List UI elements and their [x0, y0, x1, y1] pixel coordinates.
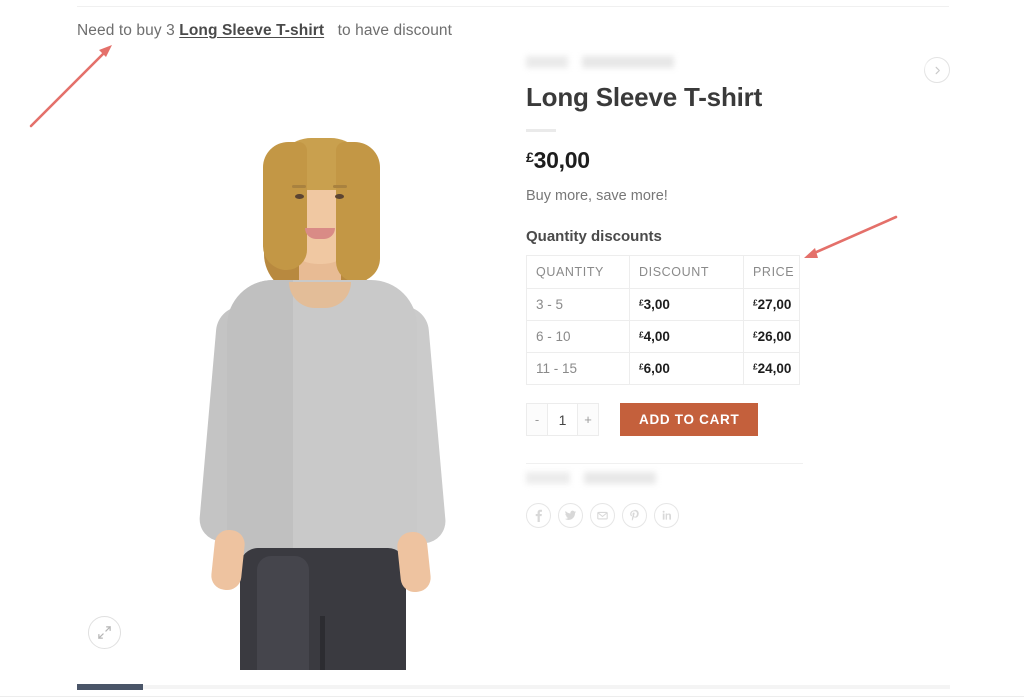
title-divider: [526, 129, 556, 132]
discount-notice: Need to buy 3 Long Sleeve T-shirt to hav…: [77, 22, 452, 40]
discount-value: 3,00: [643, 297, 670, 312]
price-currency: £: [526, 150, 534, 167]
price-value: 27,00: [757, 297, 792, 312]
quantity-increase-button[interactable]: +: [578, 403, 599, 436]
table-row: 11 - 15 £6,00 £24,00: [526, 352, 800, 385]
quantity-stepper[interactable]: - 1 +: [526, 403, 599, 436]
cell-price: £27,00: [743, 288, 800, 321]
facebook-icon[interactable]: [526, 503, 551, 528]
product-tagline: Buy more, save more!: [526, 188, 668, 204]
cell-discount: £6,00: [629, 352, 744, 385]
cell-price: £24,00: [743, 352, 800, 385]
product-gallery[interactable]: [77, 56, 507, 670]
product-page: Need to buy 3 Long Sleeve T-shirt to hav…: [0, 0, 1024, 699]
table-header-row: QUANTITY DISCOUNT PRICE: [526, 255, 800, 289]
cell-price: £26,00: [743, 320, 800, 353]
discount-value: 6,00: [643, 361, 670, 376]
model-hair-right: [336, 142, 380, 282]
horizontal-scrollbar-thumb[interactable]: [77, 684, 143, 690]
chevron-right-icon[interactable]: [924, 57, 950, 83]
share-row: [526, 503, 926, 528]
column-header-discount: DISCOUNT: [629, 255, 744, 289]
quantity-discounts-table: QUANTITY DISCOUNT PRICE 3 - 5 £3,00 £27,…: [526, 255, 800, 385]
quantity-discounts-heading: Quantity discounts: [526, 228, 662, 245]
column-header-quantity: QUANTITY: [526, 255, 630, 289]
twitter-icon[interactable]: [558, 503, 583, 528]
notice-quantity: 3: [166, 22, 175, 39]
notice-prefix: Need to buy: [77, 22, 162, 39]
pinterest-icon[interactable]: [622, 503, 647, 528]
model-eye-left: [295, 194, 304, 199]
horizontal-scrollbar-track[interactable]: [77, 685, 950, 689]
notice-product-link[interactable]: Long Sleeve T-shirt: [179, 22, 324, 39]
cell-discount: £3,00: [629, 288, 744, 321]
model-jeans-seam: [320, 616, 325, 670]
cell-quantity: 11 - 15: [526, 352, 630, 385]
notice-suffix: to have discount: [337, 22, 453, 39]
bottom-divider: [0, 696, 1024, 697]
cell-discount: £4,00: [629, 320, 744, 353]
model-brow-right: [333, 185, 347, 188]
table-row: 6 - 10 £4,00 £26,00: [526, 320, 800, 353]
price-value: 24,00: [757, 361, 792, 376]
linkedin-icon[interactable]: [654, 503, 679, 528]
cell-quantity: 6 - 10: [526, 320, 630, 353]
model-eye-right: [335, 194, 344, 199]
email-icon[interactable]: [590, 503, 615, 528]
table-row: 3 - 5 £3,00 £27,00: [526, 288, 800, 321]
quantity-input[interactable]: 1: [547, 403, 578, 436]
product-meta-redacted: [526, 472, 926, 484]
breadcrumb-redacted: [526, 56, 926, 68]
model-jeans-highlight: [257, 556, 309, 670]
product-summary: Long Sleeve T-shirt £30,00 Buy more, sav…: [526, 56, 926, 528]
discount-value: 4,00: [643, 329, 670, 344]
add-to-cart-button[interactable]: ADD TO CART: [620, 403, 759, 436]
product-image[interactable]: [77, 56, 507, 670]
price-value: 26,00: [757, 329, 792, 344]
price-amount: 30,00: [533, 147, 590, 173]
expand-icon[interactable]: [88, 616, 121, 649]
top-divider: [77, 6, 949, 7]
page-title: Long Sleeve T-shirt: [526, 82, 763, 112]
column-header-price: PRICE: [743, 255, 800, 289]
meta-divider: [526, 463, 803, 464]
quantity-decrease-button[interactable]: -: [526, 403, 547, 436]
cart-controls: - 1 + ADD TO CART: [526, 403, 926, 436]
product-price: £30,00: [526, 147, 926, 174]
cell-quantity: 3 - 5: [526, 288, 630, 321]
model-hair-left: [263, 142, 307, 270]
shirt-shading: [227, 280, 293, 558]
model-brow-left: [292, 185, 306, 188]
